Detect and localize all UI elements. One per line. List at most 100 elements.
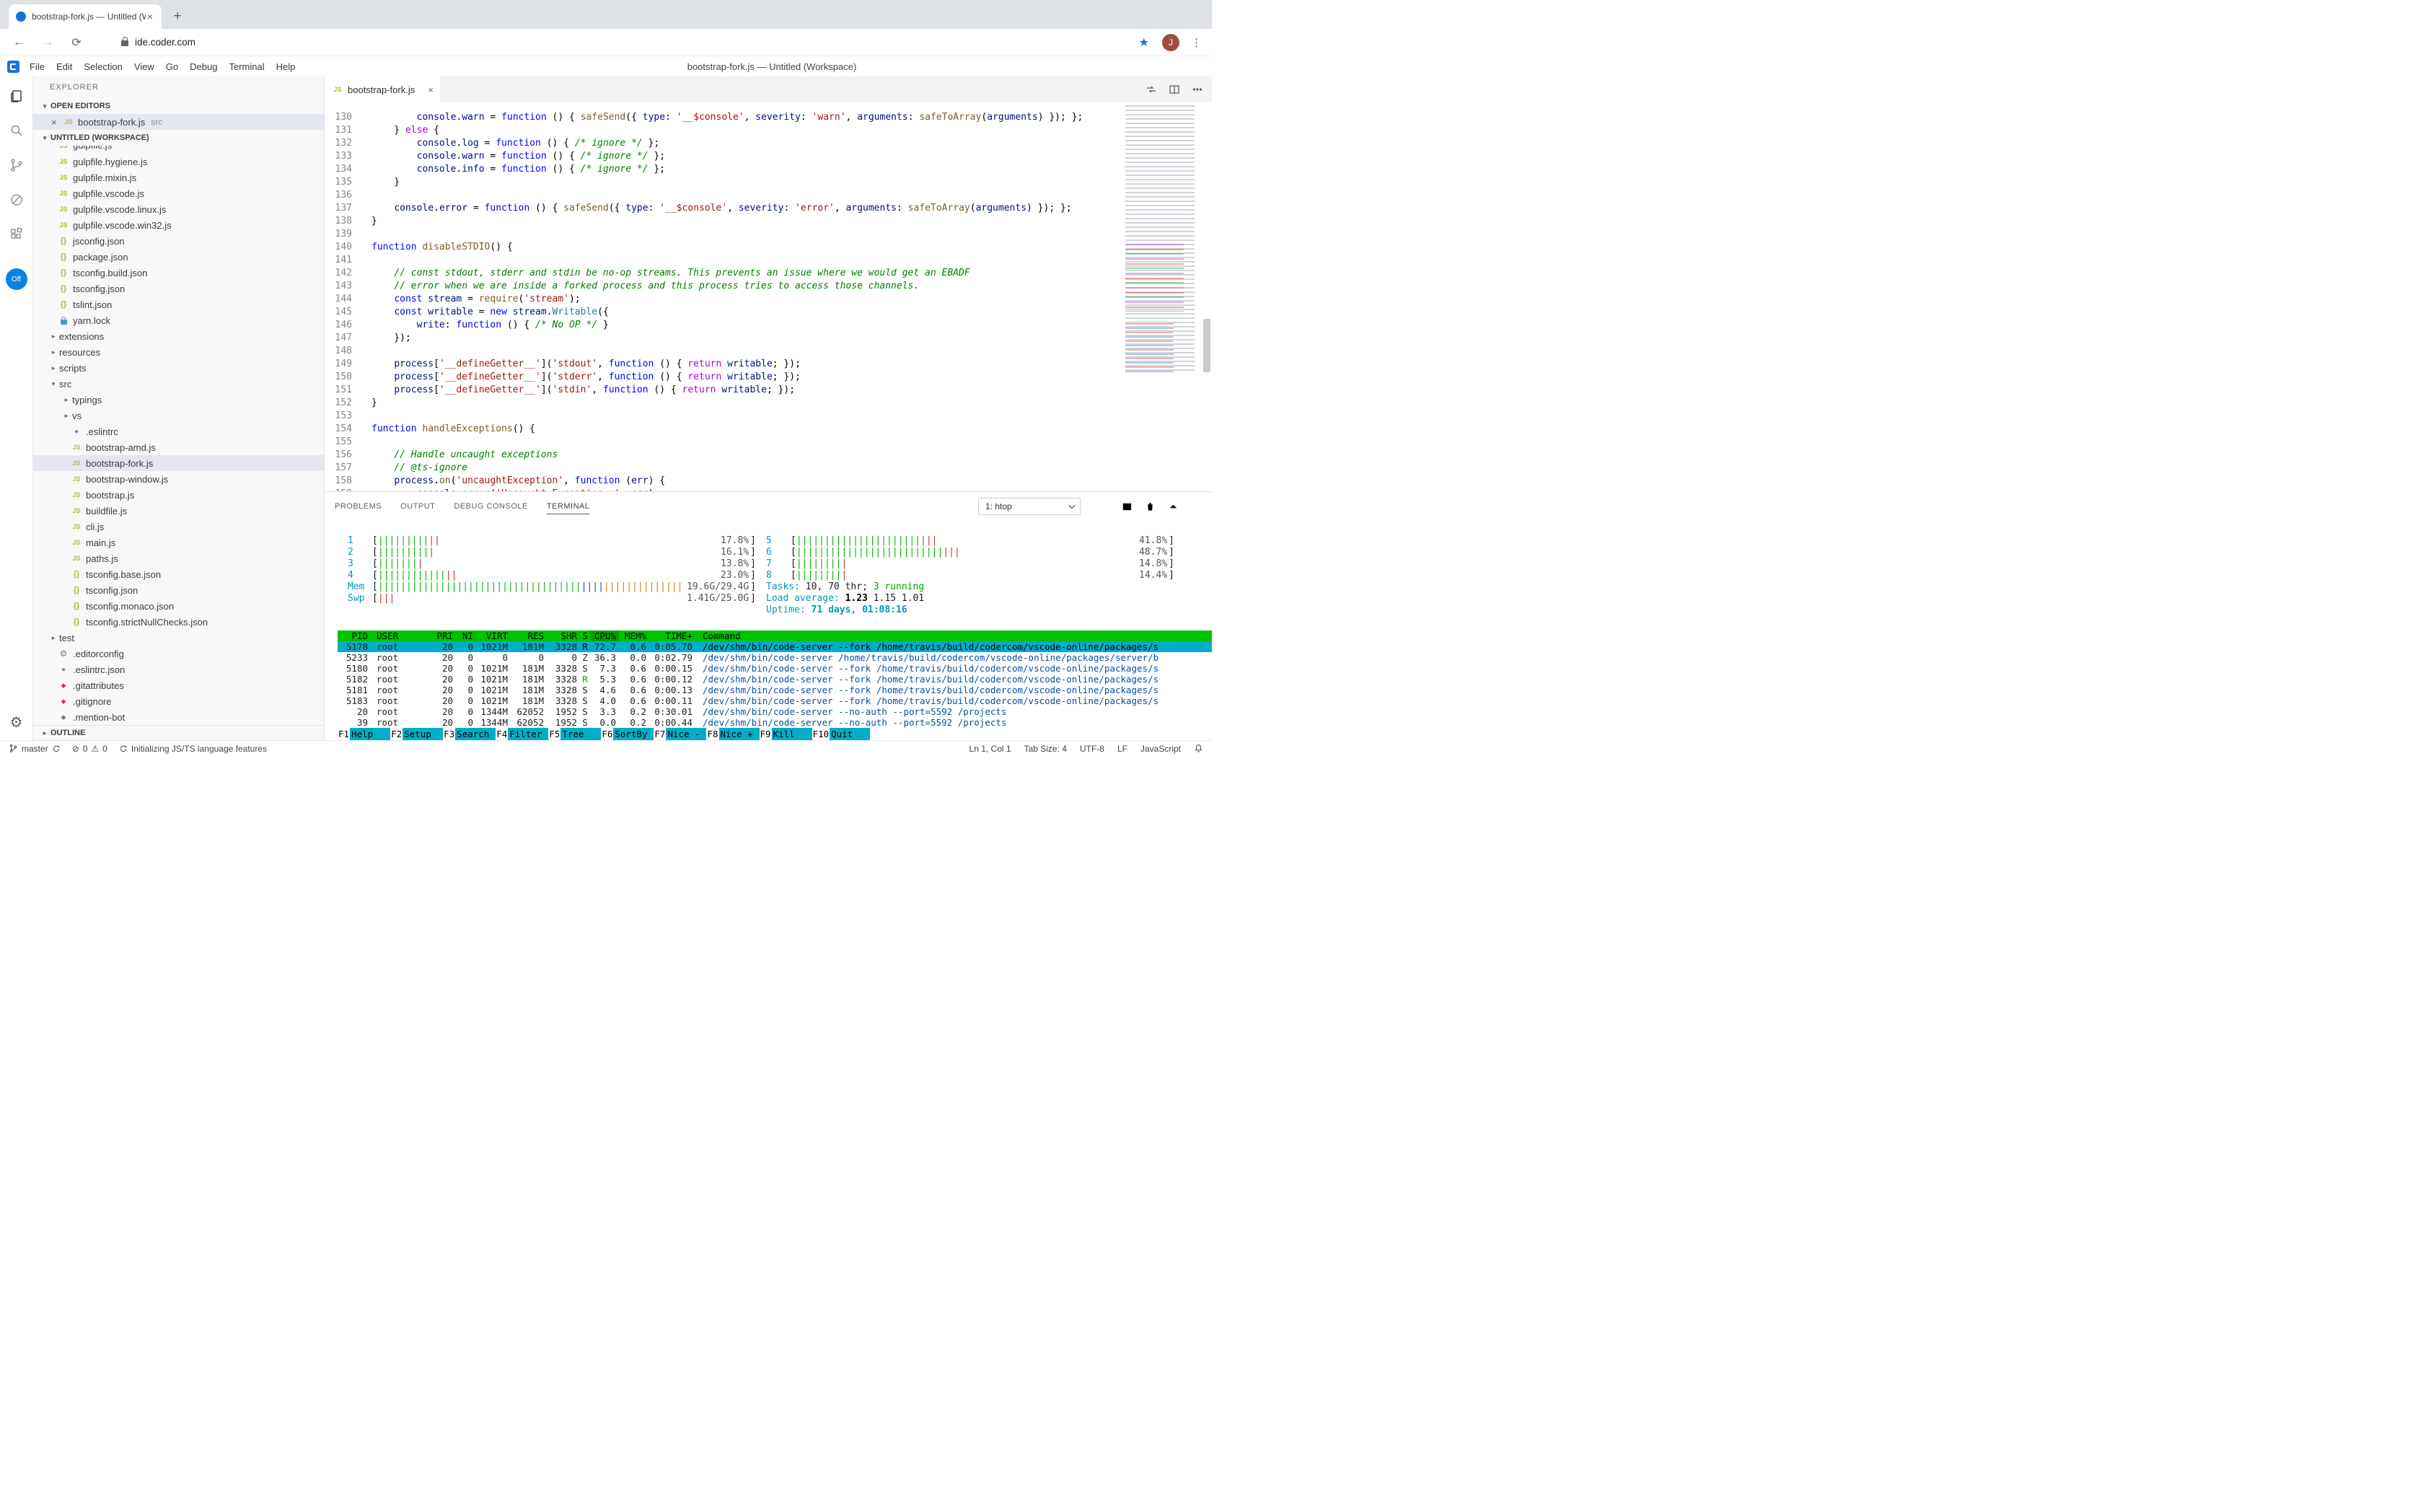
outline-header[interactable]: ▸ OUTLINE — [33, 725, 324, 740]
tree-item-.gitattributes[interactable]: ◆.gitattributes — [33, 677, 324, 693]
process-row-5180[interactable]: 5180root2001021M181M3328S7.30.60:00.15/d… — [338, 663, 1212, 674]
tree-item-yarn.lock[interactable]: yarn.lock — [33, 312, 324, 328]
maximize-panel-icon[interactable] — [1168, 501, 1179, 512]
tree-item-.eslintrc.json[interactable]: ●.eslintrc.json — [33, 662, 324, 677]
code-line-147[interactable]: 147 }); — [325, 332, 1121, 345]
tree-item-bootstrap-fork.js[interactable]: JSbootstrap-fork.js — [33, 455, 324, 471]
tree-item-.mention-bot[interactable]: ◆.mention-bot — [33, 709, 324, 725]
code-line-156[interactable]: 156 // Handle uncaught exceptions — [325, 449, 1121, 462]
code-line-132[interactable]: 132 console.log = function () { /* ignor… — [325, 137, 1121, 150]
panel-tab-debug-console[interactable]: DEBUG CONSOLE — [454, 499, 527, 514]
new-tab-button[interactable]: + — [167, 6, 188, 27]
tree-item-src[interactable]: ▾src — [33, 376, 324, 392]
column-header-pid[interactable]: PID — [338, 630, 371, 641]
column-header-command[interactable]: Command — [695, 630, 1212, 641]
column-header-user[interactable]: USER — [371, 630, 424, 641]
open-editors-header[interactable]: ▾ OPEN EDITORS — [33, 98, 324, 114]
column-header-cpu[interactable]: CPU% — [590, 630, 619, 641]
menu-file[interactable]: File — [24, 61, 50, 72]
tree-item-scripts[interactable]: ▸scripts — [33, 360, 324, 376]
tab-close-icon[interactable]: × — [146, 11, 154, 22]
process-row-5178[interactable]: 5178root2001021M181M3328R72.70.60:05.70/… — [338, 641, 1212, 652]
column-header-virt[interactable]: VIRT — [476, 630, 511, 641]
tree-item-vs[interactable]: ▸vs — [33, 408, 324, 423]
menu-debug[interactable]: Debug — [184, 61, 223, 72]
indentation-status[interactable]: Tab Size: 4 — [1024, 744, 1067, 754]
column-header-mem[interactable]: MEM% — [619, 630, 649, 641]
kill-terminal-icon[interactable] — [1145, 501, 1156, 512]
tree-item-gulpfile.js[interactable]: JSgulpfile.js — [33, 146, 324, 154]
tree-item-.editorconfig[interactable]: ⚙.editorconfig — [33, 646, 324, 662]
tree-item-main.js[interactable]: JSmain.js — [33, 535, 324, 550]
code-line-139[interactable]: 139 — [325, 228, 1121, 241]
eol-status[interactable]: LF — [1117, 744, 1127, 754]
code-line-150[interactable]: 150 process['__defineGetter__']('stderr'… — [325, 371, 1121, 384]
column-header-time[interactable]: TIME+ — [649, 630, 695, 641]
process-row-39[interactable]: 39root2001344M620521952S0.00.20:00.44/de… — [338, 717, 1212, 728]
code-line-153[interactable]: 153 — [325, 410, 1121, 423]
menu-terminal[interactable]: Terminal — [223, 61, 270, 72]
bookmark-star-icon[interactable]: ★ — [1139, 35, 1149, 50]
menu-selection[interactable]: Selection — [78, 61, 128, 72]
more-actions-icon[interactable] — [1192, 84, 1203, 95]
tree-item-gulpfile.vscode.linux.js[interactable]: JSgulpfile.vscode.linux.js — [33, 201, 324, 217]
code-line-146[interactable]: 146 write: function () { /* No OP */ } — [325, 319, 1121, 332]
source-control-icon[interactable] — [6, 154, 27, 176]
code-editor[interactable]: 130 console.warn = function () { safeSen… — [325, 102, 1212, 491]
minimap[interactable] — [1121, 102, 1202, 491]
htop-kill-button[interactable]: Kill — [772, 728, 812, 740]
htop-nice-button[interactable]: Nice + — [719, 728, 760, 740]
code-line-141[interactable]: 141 — [325, 254, 1121, 267]
menu-view[interactable]: View — [128, 61, 160, 72]
htop-setup-button[interactable]: Setup — [403, 728, 443, 740]
menu-edit[interactable]: Edit — [50, 61, 78, 72]
menu-help[interactable]: Help — [271, 61, 302, 72]
debug-icon[interactable] — [6, 189, 27, 211]
url-field[interactable]: ide.coder.com — [121, 37, 1139, 48]
htop-quit-button[interactable]: Quit — [830, 728, 870, 740]
split-editor-icon[interactable] — [1169, 84, 1180, 95]
editor-scrollbar[interactable] — [1202, 102, 1212, 491]
settings-gear-icon[interactable]: ⚙ — [10, 713, 23, 731]
close-panel-icon[interactable] — [1191, 501, 1202, 512]
code-line-140[interactable]: 140function disableSTDIO() { — [325, 241, 1121, 254]
column-header-s[interactable]: S — [580, 630, 590, 641]
new-terminal-icon[interactable] — [1099, 501, 1109, 512]
terminal[interactable]: 1[|||||||||||17.8%]5[|||||||||||||||||||… — [325, 521, 1212, 740]
reload-icon[interactable]: ⟳ — [68, 35, 85, 50]
code-line-155[interactable]: 155 — [325, 436, 1121, 449]
htop-help-button[interactable]: Help — [350, 728, 390, 740]
tree-item-tslint.json[interactable]: {}tslint.json — [33, 296, 324, 312]
process-row-5233[interactable]: 5233root200000Z36.30.00:02.79/dev/shm/bi… — [338, 652, 1212, 663]
htop-sortby-button[interactable]: SortBy — [613, 728, 654, 740]
tree-item-bootstrap.js[interactable]: JSbootstrap.js — [33, 487, 324, 503]
panel-tab-problems[interactable]: PROBLEMS — [335, 499, 382, 514]
code-line-131[interactable]: 131 } else { — [325, 124, 1121, 137]
code-line-148[interactable]: 148 — [325, 345, 1121, 358]
column-header-shr[interactable]: SHR — [547, 630, 580, 641]
tree-item-gulpfile.vscode.win32.js[interactable]: JSgulpfile.vscode.win32.js — [33, 217, 324, 233]
coder-logo-icon[interactable] — [7, 61, 19, 73]
code-line-142[interactable]: 142 // const stdout, stderr and stdin be… — [325, 267, 1121, 280]
htop-tree-button[interactable]: Tree — [560, 728, 601, 740]
tree-item-bootstrap-window.js[interactable]: JSbootstrap-window.js — [33, 471, 324, 487]
extensions-icon[interactable] — [6, 224, 27, 245]
code-line-143[interactable]: 143 // error when we are inside a forked… — [325, 280, 1121, 293]
code-line-134[interactable]: 134 console.info = function () { /* igno… — [325, 163, 1121, 176]
terminal-select[interactable]: 1: htop — [978, 498, 1081, 515]
tree-item-gulpfile.mixin.js[interactable]: JSgulpfile.mixin.js — [33, 170, 324, 185]
browser-tab[interactable]: bootstrap-fork.js — Untitled (W × — [9, 4, 162, 29]
language-status-message[interactable]: Initializing JS/TS language features — [119, 744, 267, 754]
code-line-133[interactable]: 133 console.warn = function () { /* igno… — [325, 150, 1121, 163]
tree-item-package.json[interactable]: {}package.json — [33, 249, 324, 265]
tree-item-buildfile.js[interactable]: JSbuildfile.js — [33, 503, 324, 519]
cursor-position[interactable]: Ln 1, Col 1 — [969, 744, 1011, 754]
code-line-157[interactable]: 157 // @ts-ignore — [325, 462, 1121, 475]
notifications-bell-icon[interactable] — [1194, 744, 1203, 753]
htop-filter-button[interactable]: Filter — [508, 728, 548, 740]
language-mode[interactable]: JavaScript — [1140, 744, 1181, 754]
tree-item-tsconfig.build.json[interactable]: {}tsconfig.build.json — [33, 265, 324, 281]
tree-item-resources[interactable]: ▸resources — [33, 344, 324, 360]
code-line-152[interactable]: 152} — [325, 397, 1121, 410]
column-header-pri[interactable]: PRI — [424, 630, 456, 641]
